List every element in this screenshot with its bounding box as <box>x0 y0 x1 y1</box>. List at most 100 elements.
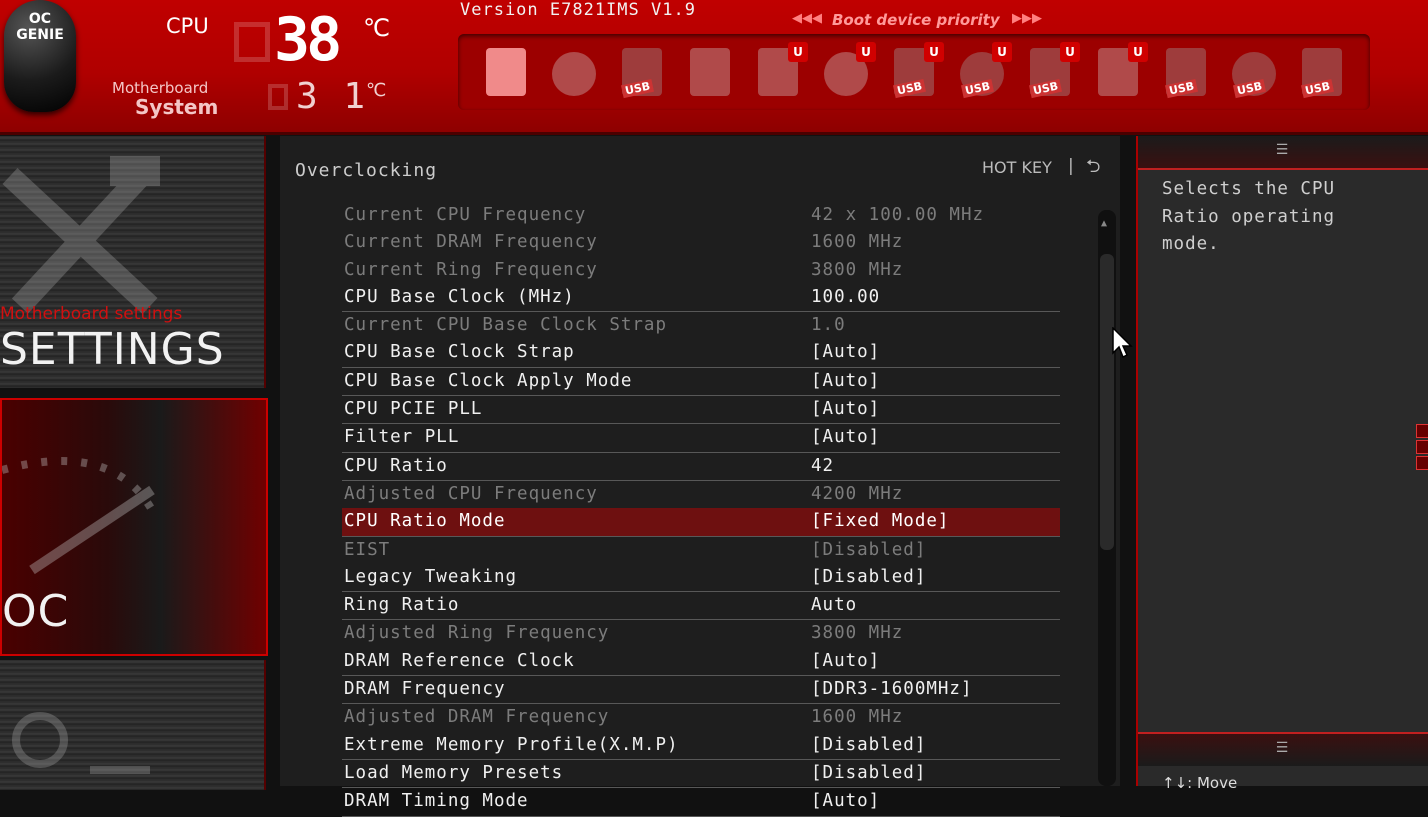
mouse-cursor-icon <box>1112 327 1133 359</box>
setting-row[interactable]: CPU Ratio 42 <box>342 453 1060 481</box>
setting-row[interactable]: Extreme Memory Profile(X.M.P) [Disabled] <box>342 732 1060 760</box>
setting-row[interactable]: Legacy Tweaking [Disabled] <box>342 564 1060 593</box>
setting-name: Current CPU Base Clock Strap <box>344 315 668 336</box>
setting-row[interactable]: DRAM Timing Mode [Auto] <box>342 788 1060 817</box>
setting-name: CPU Base Clock Apply Mode <box>344 370 633 391</box>
system-temperature: 3 1 <box>296 76 368 117</box>
help-panel: ☰ Selects the CPU Ratio operating mode. … <box>1136 136 1428 792</box>
setting-value[interactable]: [Disabled] <box>811 564 926 590</box>
boot-device-disc[interactable]: USB U <box>958 42 1012 102</box>
setting-row[interactable]: CPU Base Clock Apply Mode [Auto] <box>342 368 1060 397</box>
key-legend: ↑↓: Move <box>1162 774 1238 792</box>
side-tab[interactable] <box>1416 424 1428 438</box>
setting-value[interactable]: [Disabled] <box>811 760 926 786</box>
setting-row[interactable]: DRAM Reference Clock [Auto] <box>342 648 1060 677</box>
setting-name: EIST <box>344 539 391 560</box>
hdd-icon <box>486 48 526 96</box>
setting-value[interactable]: [Auto] <box>811 396 880 422</box>
setting-name: Extreme Memory Profile(X.M.P) <box>344 734 679 755</box>
scroll-up-icon[interactable]: ▲ <box>1101 218 1107 229</box>
setting-value[interactable]: 42 <box>811 453 834 479</box>
main-panel: Overclocking HOT KEY | ⮌ Current CPU Fre… <box>280 136 1120 817</box>
hotkey-button[interactable]: HOT KEY <box>982 158 1052 177</box>
boot-device-hdd[interactable] <box>482 42 530 102</box>
back-icon[interactable]: ⮌ <box>1086 154 1108 177</box>
setting-row[interactable]: Ring Ratio Auto <box>342 592 1060 621</box>
setting-value: 3800 MHz <box>811 623 904 644</box>
nav-mflash[interactable] <box>0 660 266 790</box>
setting-name: Current Ring Frequency <box>344 259 598 280</box>
setting-name: Current CPU Frequency <box>344 205 587 225</box>
speedometer-icon <box>2 457 156 575</box>
nav-settings[interactable]: Motherboard settings SETTINGS <box>0 136 266 388</box>
setting-value[interactable]: [DDR3-1600MHz] <box>811 676 973 702</box>
setting-name: Adjusted CPU Frequency <box>344 483 598 504</box>
cpu-temp-unit: ℃ <box>363 14 390 42</box>
disc-icon <box>552 52 596 96</box>
boot-device-usb-key[interactable]: USB U <box>1026 42 1080 102</box>
setting-value[interactable]: [Auto] <box>811 339 880 365</box>
setting-row[interactable]: Filter PLL [Auto] <box>342 424 1060 453</box>
setting-value[interactable]: [Auto] <box>811 648 880 674</box>
boot-device-card[interactable]: U <box>1094 42 1148 102</box>
setting-row: EIST [Disabled] <box>342 537 1060 564</box>
grip-icon: ☰ <box>1275 740 1289 756</box>
side-tab[interactable] <box>1416 456 1428 470</box>
system-temp-unit: ℃ <box>366 80 387 101</box>
boot-device-hdd[interactable]: U <box>754 42 808 102</box>
scroll-thumb[interactable] <box>1100 254 1114 550</box>
uefi-badge: U <box>924 42 944 62</box>
nav-oc[interactable]: OC <box>0 398 268 656</box>
boot-device-floppy[interactable]: USB <box>1298 42 1346 102</box>
setting-value[interactable]: [Fixed Mode] <box>811 508 949 534</box>
setting-value[interactable]: [Auto] <box>811 424 880 450</box>
flash-icon <box>12 712 150 774</box>
setting-name: CPU Ratio Mode <box>344 511 506 532</box>
hotkey-separator: | <box>1068 156 1074 176</box>
side-tab[interactable] <box>1416 440 1428 454</box>
setting-name: DRAM Reference Clock <box>344 650 575 671</box>
setting-name: Filter PLL <box>344 427 460 448</box>
oc-genie-button[interactable]: OC GENIE <box>4 0 76 112</box>
boot-device-disc[interactable]: U <box>822 42 876 102</box>
nav-settings-title: SETTINGS <box>0 324 225 375</box>
setting-value[interactable]: [Disabled] <box>811 732 926 758</box>
setting-value[interactable]: [Auto] <box>811 788 880 814</box>
setting-row[interactable]: DRAM Frequency [DDR3-1600MHz] <box>342 676 1060 705</box>
help-panel-bottom-bar: ☰ <box>1138 732 1428 766</box>
setting-name: Current DRAM Frequency <box>344 232 598 253</box>
setting-name: Legacy Tweaking <box>344 566 518 587</box>
grip-icon: ☰ <box>1275 142 1289 158</box>
setting-value[interactable]: 100.00 <box>811 284 880 310</box>
boot-right-arrows-icon: ▶▶▶ <box>1012 11 1042 26</box>
setting-row: Adjusted DRAM Frequency 1600 MHz <box>342 704 1060 731</box>
nav-settings-subtitle: Motherboard settings <box>0 304 183 324</box>
boot-device-disc[interactable] <box>550 42 598 102</box>
setting-row[interactable]: CPU PCIE PLL [Auto] <box>342 396 1060 425</box>
setting-value: 1.0 <box>811 315 846 336</box>
setting-row[interactable]: CPU Base Clock Strap [Auto] <box>342 339 1060 368</box>
boot-device-card[interactable] <box>686 42 734 102</box>
setting-row[interactable]: Load Memory Presets [Disabled] <box>342 760 1060 789</box>
boot-device-hdd[interactable]: USB U <box>890 42 944 102</box>
boot-device-disc[interactable]: USB <box>1230 42 1278 102</box>
cpu-temp-blank-digit <box>234 22 270 62</box>
setting-value[interactable]: Auto <box>811 592 857 618</box>
card-icon <box>690 48 730 96</box>
scrollbar[interactable]: ▲ <box>1098 210 1116 786</box>
setting-value: 42 x 100.00 MHz <box>811 205 985 225</box>
setting-row[interactable]: CPU Base Clock (MHz) 100.00 <box>342 284 1060 313</box>
boot-device-bar: USB U U USB U USB U USB U U USB USB USB <box>458 34 1370 110</box>
uefi-badge: U <box>856 42 876 62</box>
setting-row: Current CPU Frequency 42 x 100.00 MHz <box>342 202 1060 229</box>
setting-name: CPU Ratio <box>344 455 448 476</box>
setting-value[interactable]: [Auto] <box>811 368 880 394</box>
boot-device-usb-key[interactable]: USB <box>618 42 666 102</box>
settings-list: Current CPU Frequency 42 x 100.00 MHz Curr… <box>342 202 1060 817</box>
boot-left-arrows-icon: ◀◀◀ <box>792 11 822 26</box>
boot-device-hdd[interactable]: USB <box>1162 42 1210 102</box>
bios-version: Version E7821IMS V1.9 <box>460 0 696 20</box>
setting-row[interactable]: CPU Ratio Mode [Fixed Mode] <box>342 508 1060 537</box>
setting-row: Current CPU Base Clock Strap 1.0 <box>342 312 1060 339</box>
setting-name: Adjusted DRAM Frequency <box>344 707 610 728</box>
